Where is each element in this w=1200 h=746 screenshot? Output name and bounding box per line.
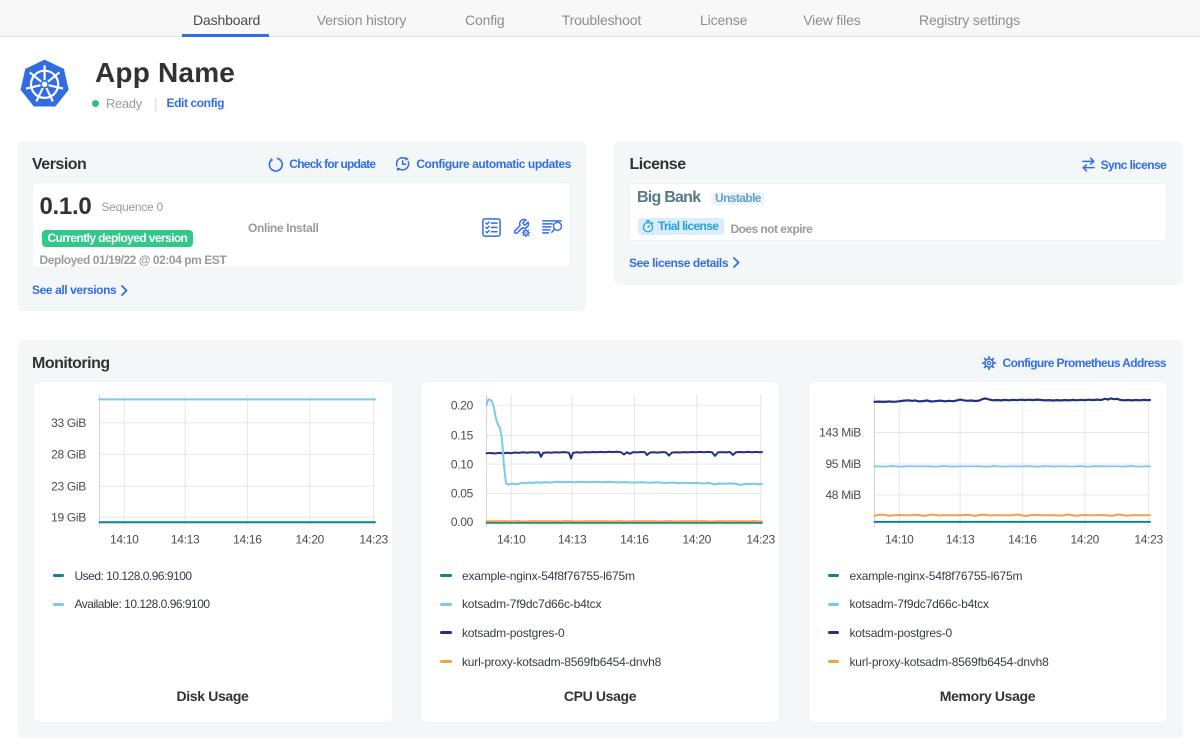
svg-text:14:16: 14:16 [233,533,262,547]
svg-text:0.00: 0.00 [451,515,474,529]
svg-text:14:20: 14:20 [683,533,712,547]
svg-text:14:13: 14:13 [558,533,587,547]
svg-text:14:10: 14:10 [497,533,526,547]
svg-text:14:13: 14:13 [945,533,974,547]
svg-text:0.05: 0.05 [451,487,474,501]
svg-text:48 MiB: 48 MiB [825,488,861,502]
svg-text:14:10: 14:10 [110,533,139,547]
svg-text:14:20: 14:20 [1070,533,1099,547]
svg-text:0.15: 0.15 [451,429,474,443]
svg-text:14:23: 14:23 [359,533,388,547]
svg-text:143 MiB: 143 MiB [819,426,861,440]
svg-text:33 GiB: 33 GiB [51,416,86,430]
svg-text:14:13: 14:13 [170,533,199,547]
svg-text:14:23: 14:23 [746,533,775,547]
svg-text:23 GiB: 23 GiB [51,480,86,494]
svg-text:0.10: 0.10 [451,457,474,471]
svg-text:28 GiB: 28 GiB [51,448,86,462]
svg-text:14:16: 14:16 [620,533,649,547]
svg-text:19 GiB: 19 GiB [51,510,86,524]
svg-text:95 MiB: 95 MiB [825,457,861,471]
svg-text:14:16: 14:16 [1008,533,1037,547]
svg-text:14:20: 14:20 [295,533,324,547]
svg-text:14:23: 14:23 [1134,533,1163,547]
svg-text:14:10: 14:10 [885,533,914,547]
svg-text:0.20: 0.20 [451,398,474,412]
